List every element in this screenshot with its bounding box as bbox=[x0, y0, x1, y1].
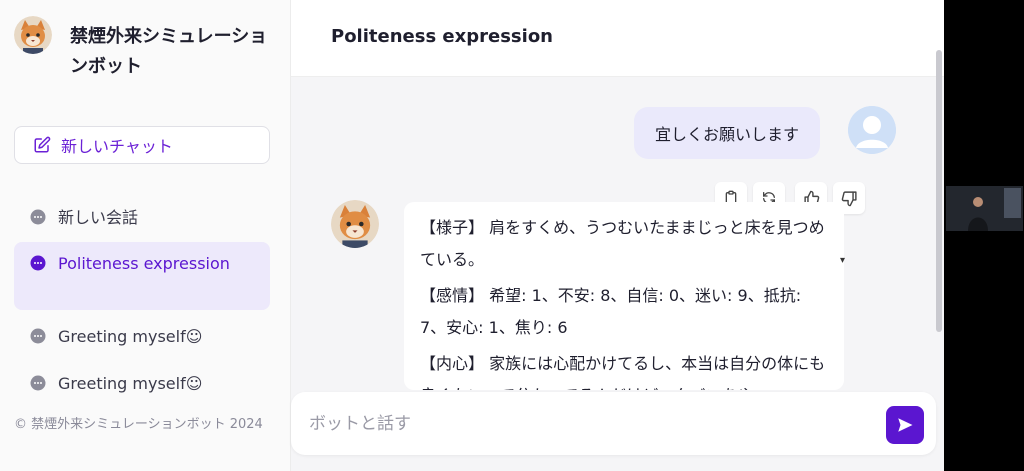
sidebar-item-greeting-myself-2[interactable]: Greeting myself☺ bbox=[14, 371, 270, 397]
sidebar-item-label: Greeting myself☺ bbox=[58, 327, 203, 346]
app-title: 禁煙外来シミュレーションボット bbox=[70, 26, 268, 77]
app-window: 禁煙外来シミュレーションボット 新しいチャット 新しい会話 Politeness… bbox=[0, 0, 944, 471]
chat-title: Politeness expression bbox=[331, 26, 553, 47]
bot-message: 【様子】 肩をすくめ、うつむいたままじっと床を見つめている。 【感情】 希望: … bbox=[404, 202, 844, 390]
mouse-cursor: ▾ bbox=[840, 255, 846, 266]
thumbs-down-icon bbox=[841, 190, 857, 206]
send-button[interactable] bbox=[886, 406, 924, 444]
sidebar-item-politeness-expression[interactable]: Politeness expression bbox=[14, 242, 270, 310]
send-icon bbox=[898, 418, 913, 432]
message-composer bbox=[291, 392, 936, 455]
message-input[interactable] bbox=[307, 406, 871, 442]
new-chat-button[interactable]: 新しいチャット bbox=[14, 126, 270, 164]
chat-bubble-icon bbox=[30, 209, 46, 225]
new-chat-label: 新しいチャット bbox=[61, 137, 173, 156]
cat-avatar-icon bbox=[14, 16, 52, 54]
chat-bubble-icon bbox=[30, 328, 46, 344]
sidebar-item-label: 新しい会話 bbox=[58, 208, 139, 227]
sidebar-item-greeting-myself[interactable]: Greeting myself☺ bbox=[14, 324, 270, 350]
sidebar-item-label: Politeness expression bbox=[58, 254, 230, 273]
scrollbar[interactable] bbox=[936, 50, 942, 332]
sidebar-item-new-conversation[interactable]: 新しい会話 bbox=[14, 205, 270, 231]
chat-header: Politeness expression bbox=[291, 0, 944, 77]
bot-message-inner-thoughts: 【内心】 家族には心配かけてるし、本当は自分の体にも良くないって分かってるんだけ… bbox=[420, 354, 826, 390]
bot-avatar-icon bbox=[331, 200, 379, 248]
chat-bubble-icon bbox=[30, 375, 46, 391]
bot-message-appearance: 【様子】 肩をすくめ、うつむいたままじっと床を見つめている。 bbox=[420, 218, 825, 269]
video-thumbnail bbox=[946, 186, 1023, 231]
user-avatar-icon bbox=[848, 106, 896, 154]
footer-copyright: © 禁煙外来シミュレーションボット 2024 bbox=[14, 417, 263, 432]
chat-bubble-icon bbox=[30, 255, 46, 271]
sidebar: 禁煙外来シミュレーションボット 新しいチャット 新しい会話 Politeness… bbox=[0, 0, 291, 471]
brand: 禁煙外来シミュレーションボット bbox=[14, 16, 267, 77]
bot-message-emotions: 【感情】 希望: 1、不安: 8、自信: 0、迷い: 9、抵抗: 7、安心: 1… bbox=[420, 286, 802, 337]
edit-icon bbox=[34, 136, 51, 153]
user-message: 宜しくお願いします bbox=[634, 107, 820, 159]
sidebar-item-label: Greeting myself☺ bbox=[58, 374, 203, 393]
chat-panel: Politeness expression 宜しくお願いします 【様子】 肩をす… bbox=[291, 0, 944, 471]
